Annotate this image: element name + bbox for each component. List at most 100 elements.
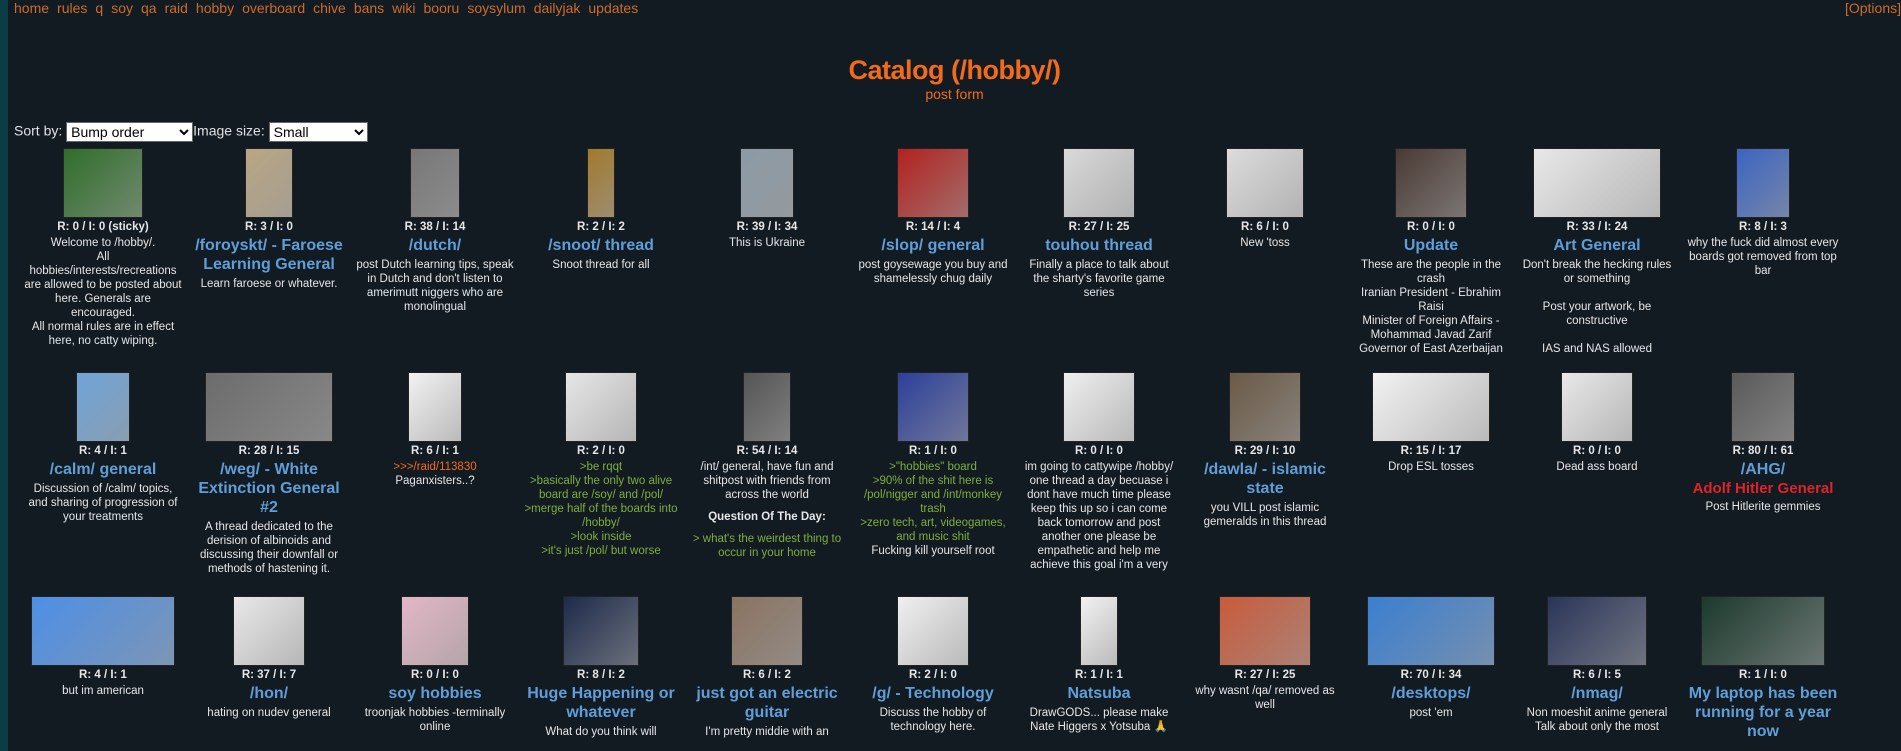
thread-thumbnail[interactable]: [1372, 372, 1490, 442]
thread-thumbnail[interactable]: [76, 372, 130, 442]
thread-crosslink[interactable]: >>>/raid/113830: [356, 460, 514, 474]
thread-subject[interactable]: /dawla/ - islamic state: [1186, 460, 1344, 498]
thread-thumbnail[interactable]: [410, 148, 460, 218]
thread-card[interactable]: R: 0 / I: 0 Dead ass board: [1518, 372, 1676, 590]
thread-subject[interactable]: /foroyskt/ - Faroese Learning General: [190, 236, 348, 274]
thread-thumbnail[interactable]: [401, 596, 469, 666]
thread-thumbnail[interactable]: [1367, 596, 1495, 666]
thread-card[interactable]: R: 6 / I: 2 just got an electric guitar I'…: [688, 596, 846, 750]
thread-thumbnail[interactable]: [587, 148, 615, 218]
thread-card[interactable]: R: 6 / I: 0 New 'toss: [1186, 148, 1344, 366]
thread-subject[interactable]: My laptop has been running for a year no…: [1684, 684, 1842, 741]
thread-subject[interactable]: /AHG/: [1684, 460, 1842, 479]
thread-subject[interactable]: soy hobbies: [356, 684, 514, 703]
thread-card[interactable]: R: 80 / I: 61/AHG/Adolf Hitler General Po…: [1684, 372, 1842, 590]
thread-subject[interactable]: touhou thread: [1020, 236, 1178, 255]
thread-card[interactable]: R: 0 / I: 0 Update These are the people in…: [1352, 148, 1510, 366]
thread-card[interactable]: R: 6 / I: 5/nmag/Non moeshit anime gener…: [1518, 596, 1676, 750]
nav-link-booru[interactable]: booru: [424, 0, 460, 16]
nav-link-raid[interactable]: raid: [165, 0, 188, 16]
options-link[interactable]: [Options]: [1845, 0, 1901, 16]
thread-card[interactable]: R: 0 / I: 0 soy hobbies troonjak hobbies -…: [356, 596, 514, 750]
nav-link-wiki[interactable]: wiki: [392, 0, 415, 16]
nav-link-bans[interactable]: bans: [354, 0, 384, 16]
thread-subject[interactable]: /snoot/ thread: [522, 236, 680, 255]
thread-card[interactable]: R: 70 / I: 34/desktops/post 'em: [1352, 596, 1510, 750]
thread-thumbnail[interactable]: [1701, 596, 1825, 666]
thread-card[interactable]: R: 15 / I: 17 Drop ESL tosses: [1352, 372, 1510, 590]
thread-card[interactable]: R: 6 / I: 1 >>>/raid/113830 Paganxisters..…: [356, 372, 514, 590]
nav-link-overboard[interactable]: overboard: [242, 0, 305, 16]
image-size-select[interactable]: Small: [268, 122, 368, 142]
thread-card[interactable]: R: 2 / I: 0 >be rqqt >basically the only …: [522, 372, 680, 590]
thread-card[interactable]: R: 2 / I: 0/g/ - Technology Discuss the h…: [854, 596, 1012, 750]
nav-link-hobby[interactable]: hobby: [196, 0, 234, 16]
sort-select[interactable]: Bump order: [66, 122, 194, 142]
thread-thumbnail[interactable]: [1080, 596, 1118, 666]
thread-card[interactable]: R: 27 / I: 25 why wasnt /qa/ removed as w…: [1186, 596, 1344, 750]
thread-card[interactable]: R: 1 / I: 0 >"hobbies" board >90% of the …: [854, 372, 1012, 590]
thread-thumbnail[interactable]: [740, 148, 794, 218]
thread-card[interactable]: R: 28 / I: 15/weg/ - White Extinction Ge…: [190, 372, 348, 590]
nav-link-updates[interactable]: updates: [588, 0, 638, 16]
nav-link-rules[interactable]: rules: [57, 0, 87, 16]
thread-card[interactable]: R: 8 / I: 3 why the fuck did almost every…: [1684, 148, 1842, 366]
thread-card[interactable]: R: 14 / I: 4/slop/ general post goysewage…: [854, 148, 1012, 366]
thread-subject[interactable]: Natsuba: [1020, 684, 1178, 703]
nav-link-chive[interactable]: chive: [313, 0, 346, 16]
thread-card[interactable]: R: 0 / I: 0 (sticky) Welcome to /hobby/. …: [24, 148, 182, 366]
thread-thumbnail[interactable]: [31, 596, 175, 666]
thread-card[interactable]: R: 3 / I: 0/foroyskt/ - Faroese Learning…: [190, 148, 348, 366]
thread-subject[interactable]: Update: [1352, 236, 1510, 255]
thread-card[interactable]: R: 38 / I: 14/dutch/post Dutch learning …: [356, 148, 514, 366]
thread-thumbnail[interactable]: [563, 596, 639, 666]
thread-thumbnail[interactable]: [1226, 148, 1304, 218]
thread-subject[interactable]: /g/ - Technology: [854, 684, 1012, 703]
thread-thumbnail[interactable]: [731, 596, 803, 666]
thread-thumbnail[interactable]: [1063, 372, 1135, 442]
thread-card[interactable]: R: 27 / I: 25 touhou thread Finally a plac…: [1020, 148, 1178, 366]
thread-card[interactable]: R: 4 / I: 1 but im american: [24, 596, 182, 750]
thread-subject[interactable]: /dutch/: [356, 236, 514, 255]
nav-link-q[interactable]: q: [95, 0, 103, 16]
thread-thumbnail[interactable]: [1561, 372, 1633, 442]
thread-thumbnail[interactable]: [233, 596, 305, 666]
nav-link-home[interactable]: home: [14, 0, 49, 16]
thread-thumbnail[interactable]: [1063, 148, 1135, 218]
thread-subject[interactable]: /slop/ general: [854, 236, 1012, 255]
thread-thumbnail[interactable]: [408, 372, 462, 442]
thread-subject[interactable]: Huge Happening or whatever: [522, 684, 680, 722]
thread-subject[interactable]: /desktops/: [1352, 684, 1510, 703]
thread-card[interactable]: R: 1 / I: 0 My laptop has been running fo…: [1684, 596, 1842, 750]
thread-card[interactable]: R: 29 / I: 10/dawla/ - islamic state you …: [1186, 372, 1344, 590]
thread-thumbnail[interactable]: [1229, 372, 1301, 442]
thread-thumbnail[interactable]: [1736, 148, 1790, 218]
thread-thumbnail[interactable]: [1547, 596, 1647, 666]
thread-thumbnail[interactable]: [897, 596, 969, 666]
nav-link-soysylum[interactable]: soysylum: [467, 0, 525, 16]
thread-thumbnail[interactable]: [897, 372, 969, 442]
thread-subject[interactable]: /calm/ general: [24, 460, 182, 479]
thread-subject[interactable]: /weg/ - White Extinction General #2: [190, 460, 348, 517]
thread-card[interactable]: R: 37 / I: 7/hon/hating on nudev general: [190, 596, 348, 750]
thread-subject[interactable]: just got an electric guitar: [688, 684, 846, 722]
thread-thumbnail[interactable]: [245, 148, 293, 218]
post-form-link[interactable]: post form: [8, 86, 1901, 102]
thread-card[interactable]: R: 8 / I: 2 Huge Happening or whatever Wha…: [522, 596, 680, 750]
thread-thumbnail[interactable]: [1731, 372, 1795, 442]
thread-card[interactable]: R: 1 / I: 1 Natsuba DrawGODS... please mak…: [1020, 596, 1178, 750]
thread-card[interactable]: R: 33 / I: 24 Art General Don't break the …: [1518, 148, 1676, 366]
thread-card[interactable]: R: 54 / I: 14/int/ general, have fun and…: [688, 372, 846, 590]
thread-card[interactable]: R: 2 / I: 2/snoot/ thread Snoot thread fo…: [522, 148, 680, 366]
nav-link-soy[interactable]: soy: [111, 0, 133, 16]
thread-thumbnail[interactable]: [897, 148, 969, 218]
thread-card[interactable]: R: 4 / I: 1/calm/ general Discussion of /…: [24, 372, 182, 590]
thread-card[interactable]: R: 0 / I: 0 im going to cattywipe /hobby/…: [1020, 372, 1178, 590]
nav-link-dailyjak[interactable]: dailyjak: [534, 0, 581, 16]
thread-thumbnail[interactable]: [1219, 596, 1311, 666]
thread-thumbnail[interactable]: [1533, 148, 1661, 218]
thread-thumbnail[interactable]: [205, 372, 333, 442]
thread-subject[interactable]: Art General: [1518, 236, 1676, 255]
thread-card[interactable]: R: 39 / I: 34 This is Ukraine: [688, 148, 846, 366]
thread-thumbnail[interactable]: [63, 148, 143, 218]
